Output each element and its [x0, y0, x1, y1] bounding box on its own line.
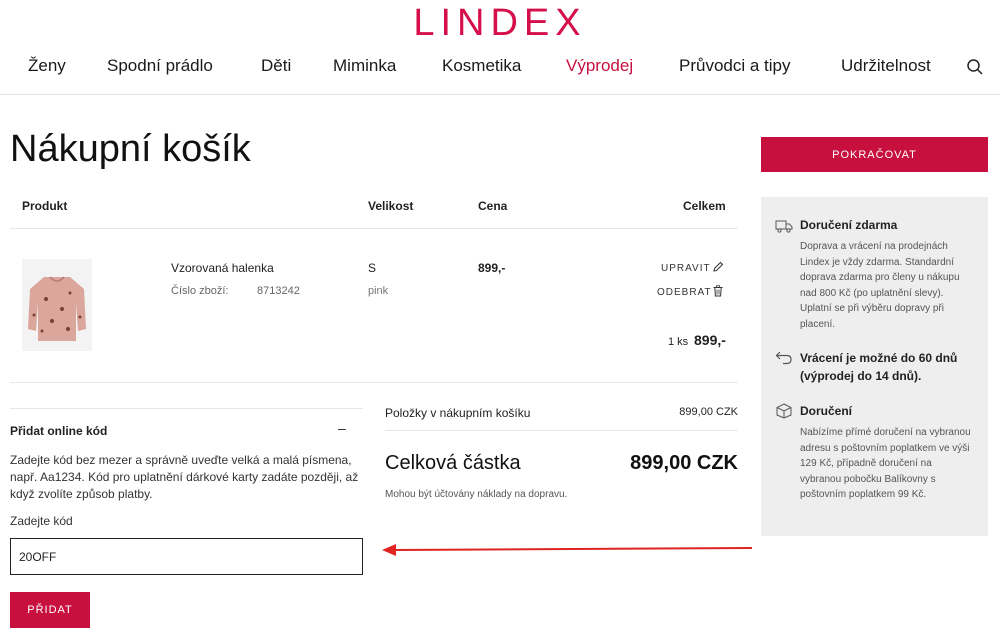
product-quantity: 1 ks	[668, 336, 689, 348]
summary-shipping-note: Mohou být účtovány náklady na dopravu.	[385, 489, 568, 500]
nav-item-udrzitelnost[interactable]: Udržitelnost	[841, 56, 931, 76]
column-header-size: Velikost	[368, 199, 414, 213]
nav-item-zeny[interactable]: Ženy	[28, 56, 66, 76]
column-header-total: Celkem	[683, 199, 726, 213]
nav-item-miminka[interactable]: Miminka	[333, 56, 396, 76]
product-name[interactable]: Vzorovaná halenka	[171, 261, 274, 275]
delivery-info-box: Doručení zdarma Doprava a vrácení na pro…	[761, 197, 988, 536]
promo-code-label: Zadejte kód	[10, 514, 73, 528]
main-nav: Ženy Spodní prádlo Děti Miminka Kosmetik…	[0, 56, 1000, 82]
table-divider	[10, 228, 738, 229]
promo-heading[interactable]: Přidat online kód	[10, 424, 107, 438]
pencil-icon[interactable]	[712, 261, 724, 273]
promo-divider	[10, 408, 363, 409]
column-header-product: Produkt	[22, 199, 68, 213]
product-sku-label: Číslo zboží:	[171, 285, 229, 297]
nav-item-kosmetika[interactable]: Kosmetika	[442, 56, 521, 76]
info-title-free-delivery: Doručení zdarma	[800, 218, 898, 232]
info-text-free-delivery: Doprava a vrácení na prodejnách Lindex j…	[800, 241, 960, 330]
summary-items-value: 899,00 CZK	[679, 406, 738, 418]
return-arrow-icon	[775, 351, 792, 365]
lindex-logo[interactable]: LINDEX	[0, 2, 1000, 45]
nav-item-spodni-pradlo[interactable]: Spodní prádlo	[107, 56, 213, 76]
package-icon	[776, 403, 792, 419]
remove-item-button[interactable]: ODEBRAT	[657, 287, 712, 298]
nav-item-pruvodci[interactable]: Průvodci a tipy	[679, 56, 791, 76]
product-color: pink	[368, 285, 389, 297]
annotation-arrow-icon	[382, 544, 753, 556]
page-title: Nákupní košík	[10, 128, 251, 170]
continue-checkout-button[interactable]: POKRAČOVAT	[761, 137, 988, 172]
search-icon[interactable]	[966, 58, 984, 76]
product-image[interactable]	[22, 259, 92, 351]
edit-item-button[interactable]: UPRAVIT	[661, 263, 711, 274]
header-divider	[0, 94, 1000, 95]
summary-total-value: 899,00 CZK	[630, 452, 738, 474]
cart-bottom-divider	[10, 382, 738, 383]
promo-description: Zadejte kód bez mezer a správně uveďte v…	[10, 453, 359, 501]
summary-divider	[385, 430, 738, 431]
product-price: 899,-	[478, 261, 506, 275]
info-text-delivery: Nabízíme přímé doručení na vybranou adre…	[800, 427, 971, 500]
trash-icon[interactable]	[712, 285, 724, 297]
product-size: S	[368, 261, 377, 275]
nav-item-vyprodej[interactable]: Výprodej	[566, 56, 633, 76]
summary-items-label: Položky v nákupním košíku	[385, 406, 531, 420]
info-title-delivery: Doručení	[800, 404, 853, 418]
promo-collapse-toggle[interactable]: –	[338, 420, 346, 436]
nav-item-deti[interactable]: Děti	[261, 56, 291, 76]
add-promo-button[interactable]: PŘIDAT	[10, 592, 90, 628]
column-header-price: Cena	[478, 199, 508, 213]
truck-icon	[775, 220, 793, 233]
promo-code-input[interactable]	[10, 538, 363, 575]
product-sku: 8713242	[257, 285, 300, 297]
product-line-total: 899,-	[694, 332, 726, 348]
info-title-returns: Vrácení je možné do 60 dnů (výprodej do …	[800, 351, 958, 383]
summary-total-label: Celková částka	[385, 452, 521, 474]
